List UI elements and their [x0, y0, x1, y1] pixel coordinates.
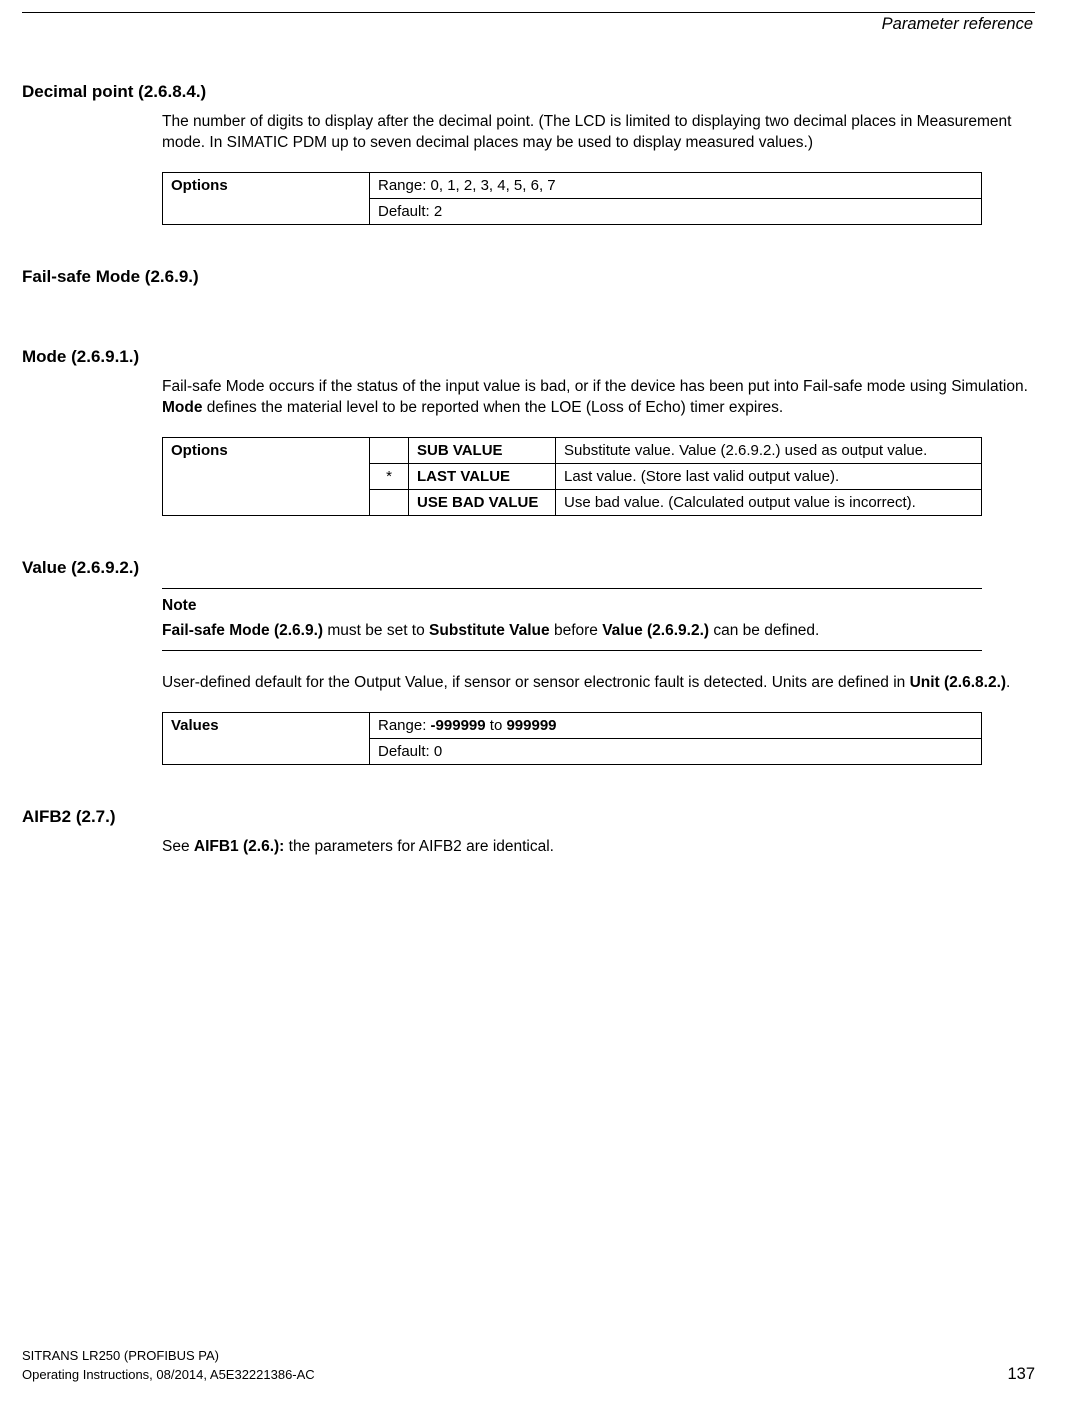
table-row: Range: 0, 1, 2, 3, 4, 5, 6, 7 [370, 172, 982, 198]
text: to [486, 717, 507, 734]
text-bold: Fail-safe Mode (2.6.9.) [162, 622, 323, 639]
text: See [162, 838, 194, 855]
text-bold: 999999 [506, 717, 556, 734]
table-option-desc: Substitute value. Value (2.6.9.2.) used … [556, 437, 982, 463]
header-title: Parameter reference [22, 15, 1035, 34]
text: defines the material level to be reporte… [202, 399, 783, 416]
table-row: Default: 0 [370, 738, 982, 764]
table-option-name: SUB VALUE [409, 437, 556, 463]
table-value: Values Range: -999999 to 999999 Default:… [162, 712, 982, 765]
table-option-desc: Last value. (Store last valid output val… [556, 463, 982, 489]
table-star: * [370, 463, 409, 489]
table-star [370, 437, 409, 463]
text-bold: Mode [162, 399, 202, 416]
rule [162, 588, 982, 589]
table-mode: Options SUB VALUE Substitute value. Valu… [162, 437, 982, 516]
text: User-defined default for the Output Valu… [162, 674, 910, 691]
table-label: Values [163, 712, 370, 764]
note-title: Note [162, 597, 982, 615]
note-block: Note Fail-safe Mode (2.6.9.) must be set… [162, 588, 982, 651]
text: . [1006, 674, 1010, 691]
text-bold: -999999 [431, 717, 486, 734]
text: must be set to [323, 622, 429, 639]
table-row: Range: -999999 to 999999 [370, 712, 982, 738]
footer-line2: Operating Instructions, 08/2014, A5E3222… [22, 1367, 315, 1382]
table-row: Default: 2 [370, 198, 982, 224]
para-mode: Fail-safe Mode occurs if the status of t… [162, 377, 1035, 419]
table-label: Options [163, 172, 370, 224]
text-bold: Unit (2.6.8.2.) [910, 674, 1006, 691]
heading-value: Value (2.6.9.2.) [22, 558, 1035, 578]
para-aifb2: See AIFB1 (2.6.): the parameters for AIF… [162, 837, 1035, 858]
table-decimal-point: Options Range: 0, 1, 2, 3, 4, 5, 6, 7 De… [162, 172, 982, 225]
footer-line1: SITRANS LR250 (PROFIBUS PA) [22, 1348, 1035, 1363]
text: can be defined. [709, 622, 819, 639]
page-number: 137 [1007, 1365, 1035, 1384]
heading-aifb2: AIFB2 (2.7.) [22, 807, 1035, 827]
table-option-name: USE BAD VALUE [409, 489, 556, 515]
heading-mode: Mode (2.6.9.1.) [22, 347, 1035, 367]
text: Fail-safe Mode occurs if the status of t… [162, 378, 1028, 395]
para-decimal-point: The number of digits to display after th… [162, 112, 1035, 154]
text-bold: Value (2.6.9.2.) [602, 622, 709, 639]
text: before [550, 622, 603, 639]
para-value: User-defined default for the Output Valu… [162, 673, 1035, 694]
table-option-name: LAST VALUE [409, 463, 556, 489]
text-bold: AIFB1 (2.6.): [194, 838, 284, 855]
table-star [370, 489, 409, 515]
note-body: Fail-safe Mode (2.6.9.) must be set to S… [162, 621, 982, 642]
header-rule [22, 12, 1035, 13]
text-bold: Substitute Value [429, 622, 550, 639]
text: Range: [378, 717, 431, 734]
rule [162, 650, 982, 651]
footer: SITRANS LR250 (PROFIBUS PA) Operating In… [22, 1348, 1035, 1384]
table-label: Options [163, 437, 370, 515]
heading-failsafe-mode: Fail-safe Mode (2.6.9.) [22, 267, 1035, 287]
text: the parameters for AIFB2 are identical. [284, 838, 554, 855]
table-option-desc: Use bad value. (Calculated output value … [556, 489, 982, 515]
heading-decimal-point: Decimal point (2.6.8.4.) [22, 82, 1035, 102]
